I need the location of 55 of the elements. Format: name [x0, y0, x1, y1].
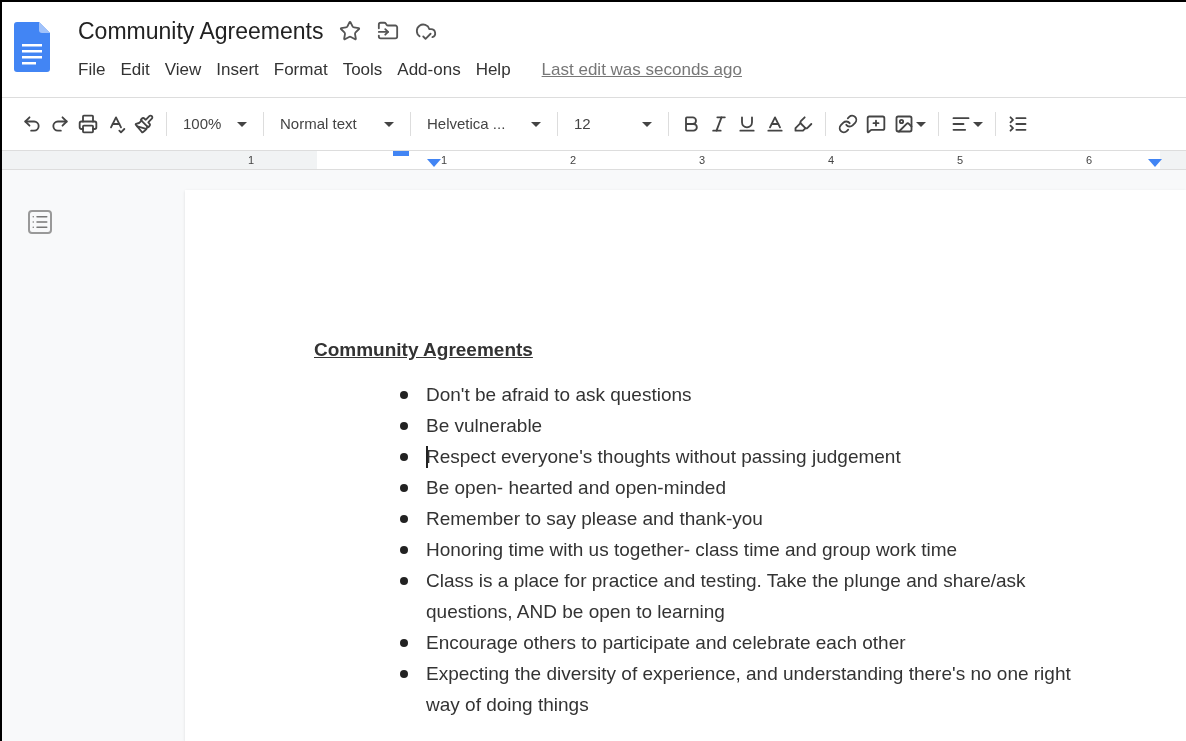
menu-item[interactable]: File — [78, 56, 106, 82]
list-item-text[interactable]: Be open- hearted and open-minded — [426, 471, 726, 503]
dropdown-caret-icon — [531, 121, 541, 127]
outline-icon[interactable] — [28, 210, 52, 234]
menu-item[interactable]: Format — [273, 56, 328, 82]
list-item-text[interactable]: Don't be afraid to ask questions — [426, 378, 692, 410]
bullet-icon — [400, 545, 408, 554]
star-icon[interactable] — [339, 20, 362, 43]
dropdown-caret-icon — [237, 121, 247, 127]
bullet-icon — [400, 421, 408, 430]
last-edit-link[interactable]: Last edit was seconds ago — [541, 56, 742, 82]
ruler[interactable]: 1 2 3 4 5 6 — [317, 151, 1160, 169]
menu-item[interactable]: Edit — [120, 56, 150, 82]
indent-marker-icon[interactable] — [427, 159, 441, 167]
style-dropdown[interactable]: Normal text — [272, 110, 402, 138]
list-item-text[interactable]: Remember to say please and thank-you — [426, 502, 763, 534]
dropdown-caret-icon — [384, 121, 394, 127]
ruler-number: 1 — [247, 152, 255, 168]
zoom-dropdown[interactable]: 100% — [175, 110, 255, 138]
bullet-icon — [400, 483, 408, 492]
document-heading: Community Agreements — [314, 338, 534, 362]
bullet-icon — [400, 452, 408, 461]
bullet-icon — [400, 514, 408, 523]
bullet-icon — [400, 576, 408, 585]
list-item-text[interactable]: Encourage others to participate and celebrate each other — [426, 626, 906, 658]
document-title[interactable]: Community Agreements — [78, 14, 324, 49]
font-size-dropdown[interactable]: 12 — [566, 110, 660, 138]
indent-marker-icon[interactable] — [1148, 159, 1162, 167]
menu-item[interactable]: Help — [475, 56, 511, 82]
ruler-number: 6 — [1086, 152, 1093, 168]
bullet-icon — [400, 390, 408, 399]
ruler-number: 5 — [957, 152, 964, 168]
image-icon — [894, 114, 914, 134]
list-item-text[interactable]: Be vulnerable — [426, 409, 543, 441]
menu-item[interactable]: View — [164, 56, 202, 82]
bullet-icon — [400, 638, 408, 647]
bullet-icon — [400, 669, 408, 678]
ruler-number: 1 — [441, 152, 448, 168]
menu-item[interactable]: Insert — [216, 56, 259, 82]
list-item-text[interactable]: Expecting the diversity of experience, and understanding there's no one right way of doing things — [426, 657, 1100, 720]
list-item-text[interactable]: Honoring time with us together- class time and group work time — [426, 533, 958, 565]
align-left-icon — [951, 114, 971, 134]
docs-logo-icon[interactable] — [14, 22, 50, 72]
dropdown-caret-icon — [916, 121, 926, 127]
menu-item[interactable]: Add-ons — [397, 56, 461, 82]
menu-item[interactable]: Tools — [342, 56, 383, 82]
dropdown-caret-icon — [642, 121, 652, 127]
ruler-number: 4 — [828, 152, 835, 168]
list-item-text[interactable]: Class is a place for practice and testing. Take the plunge and share/ask questions, AND be open to learning — [426, 564, 1100, 627]
ruler-number: 2 — [570, 152, 577, 168]
first-line-indent-marker[interactable] — [393, 151, 409, 156]
list-item-text[interactable]: Respect everyone's thoughts without passing judgement — [426, 440, 901, 472]
dropdown-caret-icon — [973, 121, 983, 127]
ruler-number: 3 — [699, 152, 706, 168]
font-dropdown[interactable]: Helvetica ... — [419, 110, 549, 138]
